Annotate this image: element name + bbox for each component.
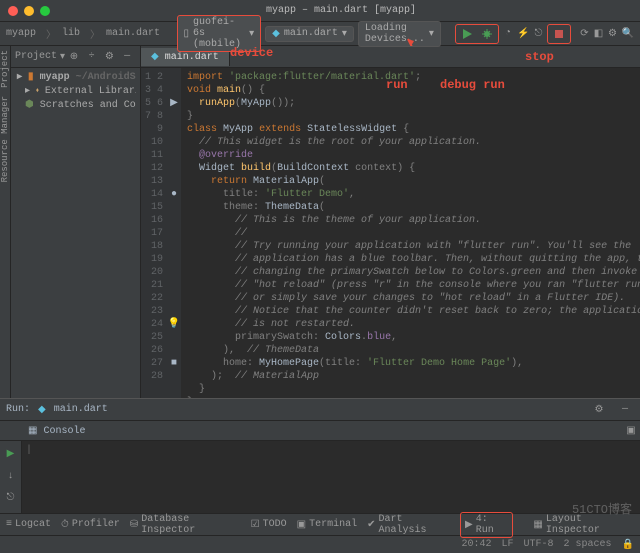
left-tool-strip: Project Resource Manager <box>0 46 11 398</box>
run-button[interactable] <box>458 25 476 43</box>
project-panel: Project▾ ⊕ ÷ ⚙ — ▸ ▮ myapp ~/AndroidStud… <box>11 46 141 398</box>
indent[interactable]: 2 spaces <box>564 539 612 550</box>
toolbar-icon[interactable]: ⟳ <box>579 25 589 43</box>
pause-icon[interactable]: ⎋ <box>2 489 20 507</box>
settings-icon[interactable]: ⚙ <box>101 48 119 66</box>
breadcrumb[interactable]: lib <box>62 28 80 39</box>
run-config-selector[interactable]: ◆ main.dart ▾ <box>265 26 354 42</box>
dart-analysis-tab[interactable]: ✔ Dart Analysis <box>367 514 450 536</box>
minimize-window[interactable] <box>24 6 34 16</box>
toolbar: myapp〉 lib〉 main.dart ▯ guofei-6s (mobil… <box>0 22 640 46</box>
code-text[interactable]: import 'package:flutter/material.dart';v… <box>181 68 640 398</box>
editor: ◆ main.dart 1 2 3 4 5 6 7 8 9 10 11 12 1… <box>141 46 640 398</box>
terminal-tab[interactable]: ▣ Terminal <box>297 519 357 531</box>
run-tab[interactable]: ▶ 4: Run <box>460 512 513 538</box>
chevron-down-icon: ▾ <box>342 28 347 40</box>
window-title: myapp – main.dart [myapp] <box>50 5 632 16</box>
maximize-window[interactable] <box>40 6 50 16</box>
console-output: | <box>22 441 640 513</box>
loading-devices[interactable]: Loading Devices... ▾ <box>358 21 441 47</box>
flutter-icon: ◆ <box>272 28 280 40</box>
traffic-lights <box>8 6 50 16</box>
tree-item[interactable]: ⬢ Scratches and Consoles <box>15 98 136 112</box>
hot-reload-button[interactable]: ⚡ <box>517 25 529 43</box>
settings-icon[interactable]: ⚙ <box>590 401 608 419</box>
line-separator[interactable]: LF <box>502 539 514 550</box>
run-gutter: ▶ ↓ ⎋ <box>0 441 22 513</box>
status-bar: 20:42 LF UTF-8 2 spaces 🔒 <box>0 535 640 553</box>
toolbar-icon[interactable]: ⚙ <box>607 25 617 43</box>
bottom-toolbar: ≡ Logcat ⏱ Profiler ⛁ Database Inspector… <box>0 513 640 535</box>
line-numbers: 1 2 3 4 5 6 7 8 9 10 11 12 13 14 15 16 1… <box>141 68 167 398</box>
stop-icon[interactable]: ↓ <box>2 467 20 485</box>
debug-button[interactable] <box>478 25 496 43</box>
close-window[interactable] <box>8 6 18 16</box>
phone-icon: ▯ <box>184 28 190 40</box>
chevron-down-icon: ▾ <box>249 28 254 40</box>
project-tab[interactable]: Project <box>0 50 10 88</box>
expand-icon[interactable]: ▣ <box>622 422 640 440</box>
console-tab[interactable]: ▦ Console <box>28 425 85 437</box>
hide-icon[interactable]: — <box>118 48 136 66</box>
profiler-tab[interactable]: ⏱ Profiler <box>61 519 120 531</box>
rerun-icon[interactable]: ▶ <box>2 445 20 463</box>
encoding[interactable]: UTF-8 <box>524 539 554 550</box>
code-area[interactable]: 1 2 3 4 5 6 7 8 9 10 11 12 13 14 15 16 1… <box>141 68 640 398</box>
project-tree[interactable]: ▸ ▮ myapp ~/AndroidStudioPr ▸ ⬪ External… <box>11 68 140 114</box>
title-bar: myapp – main.dart [myapp] <box>0 0 640 22</box>
main-content: Project Resource Manager Project▾ ⊕ ÷ ⚙ … <box>0 46 640 398</box>
resource-manager-tab[interactable]: Resource Manager <box>0 96 10 182</box>
cursor-position[interactable]: 20:42 <box>461 539 491 550</box>
run-console[interactable]: ▶ ↓ ⎋ | <box>0 441 640 513</box>
todo-tab[interactable]: ☑ TODO <box>251 519 287 531</box>
run-debug-group <box>455 24 499 44</box>
search-icon[interactable]: 🔍 <box>622 25 634 43</box>
run-panel: Run: ◆main.dart ⚙ — ▦ Console ▣ ▶ ↓ ⎋ | <box>0 398 640 513</box>
tree-root[interactable]: ▸ ▮ myapp ~/AndroidStudioPr <box>15 70 136 84</box>
project-panel-header: Project▾ ⊕ ÷ ⚙ — <box>11 46 140 68</box>
toolbar-icon[interactable]: ◧ <box>593 25 603 43</box>
profile-button[interactable]: ◔ <box>503 25 513 43</box>
lock-icon[interactable]: 🔒 <box>622 539 634 551</box>
gear-icon[interactable]: ⊕ <box>65 48 83 66</box>
stop-button[interactable] <box>550 25 568 43</box>
watermark: 51CTO博客 <box>572 500 632 517</box>
logcat-tab[interactable]: ≡ Logcat <box>6 519 51 530</box>
chevron-down-icon: ▾ <box>429 28 434 40</box>
breadcrumb[interactable]: myapp <box>6 28 36 39</box>
stop-group <box>547 24 571 44</box>
attach-button[interactable]: ⎋ <box>533 25 543 43</box>
device-selector[interactable]: ▯ guofei-6s (mobile) ▾ <box>177 15 262 52</box>
db-inspector-tab[interactable]: ⛁ Database Inspector <box>130 514 241 536</box>
collapse-icon[interactable]: ÷ <box>83 48 101 66</box>
tree-item[interactable]: ▸ ⬪ External Libraries <box>15 84 136 98</box>
hide-icon[interactable]: — <box>616 401 634 419</box>
breadcrumb[interactable]: main.dart <box>106 28 160 39</box>
run-panel-header: Run: ◆main.dart ⚙ — <box>0 399 640 421</box>
gutter-marks: ▶●💡■ <box>167 68 181 398</box>
